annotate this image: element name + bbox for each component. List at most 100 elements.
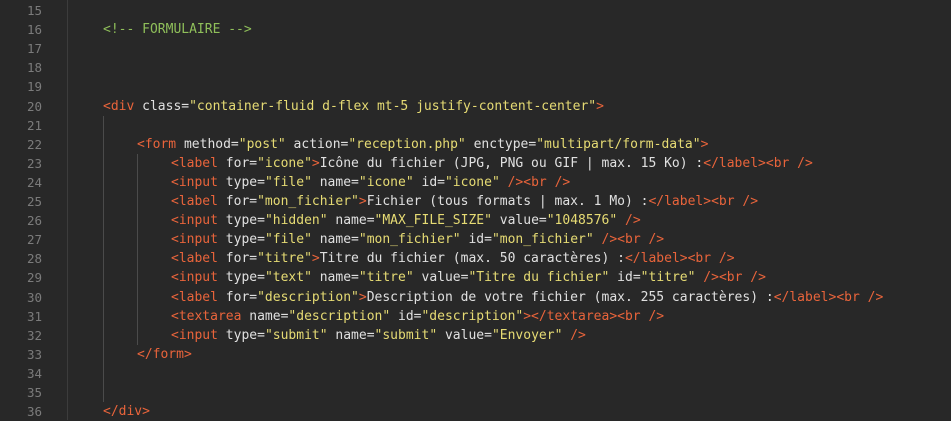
code-token-tag: > — [311, 251, 320, 267]
code-token-str: "titre" — [640, 270, 696, 286]
code-token-tag: </label> — [703, 155, 766, 171]
code-token-tag: /> — [742, 270, 766, 286]
code-token-tag: <br — [523, 174, 547, 190]
code-token-str: "Envoyer" — [491, 327, 563, 343]
code-token-tag: <div — [103, 98, 135, 114]
code-line[interactable]: 35 — [0, 383, 951, 402]
code-token-tag: /> — [640, 232, 665, 248]
code-token-attr: id= — [413, 174, 445, 190]
code-token-attr: action= — [285, 136, 349, 152]
code-token-str: "mon_fichier" — [491, 232, 594, 248]
code-token-attr: class= — [134, 98, 190, 114]
code-token-attr: id= — [609, 270, 641, 286]
code-token-tag: /> — [711, 251, 735, 267]
code-line[interactable]: 29 <input type="text" name="titre" value=… — [0, 268, 951, 287]
code-token-tag: /> — [562, 327, 586, 343]
code-token-tag: <input — [171, 213, 218, 229]
code-token-tag: ></textarea> — [523, 308, 618, 324]
code-editor[interactable]: 15 16 <!-- FORMULAIRE --> 17 18 19 20 <div clas… — [0, 0, 951, 420]
code-text: <input type="file" name="icone" id="icon… — [171, 173, 570, 192]
code-text: <input type="file" name="mon_fichier" id… — [171, 230, 664, 249]
code-token-str: "multipart/form-data" — [536, 136, 701, 152]
code-line[interactable]: 21 — [0, 116, 951, 135]
code-token-attr: for= — [217, 155, 258, 171]
code-line[interactable]: 19 — [0, 77, 951, 96]
code-text: <form method="post" action="reception.ph… — [137, 135, 708, 154]
code-token-attr: name= — [327, 213, 375, 229]
code-line[interactable]: 32 <input type="submit" name="submit" val… — [0, 326, 951, 345]
code-token-attr: id= — [390, 308, 422, 324]
code-token-tag: <label — [171, 289, 218, 305]
code-line[interactable]: 31 <textarea name="description" id="descr… — [0, 307, 951, 326]
code-token-txt: Titre du fichier (max. 50 caractères) : — [319, 251, 625, 267]
code-line[interactable]: 30 <label for="description">Description d… — [0, 288, 951, 307]
code-line[interactable]: 25 <label for="mon_fichier">Fichier (tous… — [0, 192, 951, 211]
code-line[interactable]: 23 <label for="icone">Icône du fichier (J… — [0, 154, 951, 173]
line-number: 34 — [26, 365, 42, 381]
code-token-tag: > — [311, 155, 320, 171]
code-token-tag: <br — [836, 289, 860, 305]
code-line[interactable]: 15 — [0, 1, 951, 20]
line-number: 26 — [26, 213, 42, 229]
code-line[interactable]: 20 <div class="container-fluid d-flex mt-… — [0, 97, 951, 116]
line-number: 31 — [26, 308, 42, 324]
code-line[interactable]: 22 <form method="post" action="reception.… — [0, 135, 951, 154]
code-token-tag: <br — [687, 251, 712, 267]
code-token-attr: id= — [460, 232, 492, 248]
code-line[interactable]: 18 — [0, 58, 951, 77]
code-line[interactable]: 16 <!-- FORMULAIRE --> — [0, 20, 951, 39]
code-token-tag: <label — [171, 251, 218, 267]
code-text: <input type="hidden" name="MAX_FILE_SIZE… — [171, 211, 641, 230]
code-token-tag: <textarea — [171, 308, 242, 324]
code-text: <input type="text" name="titre" value="T… — [171, 268, 766, 287]
line-number: 29 — [26, 270, 42, 286]
line-number: 25 — [26, 194, 42, 209]
code-token-tag: /> — [617, 213, 641, 229]
code-token-str: "description" — [421, 308, 524, 324]
code-line[interactable]: 34 — [0, 364, 951, 383]
code-token-str: "submit" — [264, 327, 328, 343]
code-token-attr: type= — [217, 327, 265, 343]
code-line[interactable]: 27 <input type="file" name="mon_fichier" … — [0, 230, 951, 249]
line-number: 30 — [26, 289, 42, 305]
code-token-attr: name= — [311, 270, 359, 286]
code-token-tag: > — [358, 289, 367, 305]
line-number: 21 — [26, 117, 42, 133]
code-token-attr: name= — [311, 174, 359, 190]
code-text: <label for="description">Description de … — [171, 288, 883, 307]
line-number: 19 — [26, 79, 42, 95]
code-token-tag: <br — [765, 155, 790, 171]
line-number: 20 — [26, 98, 42, 114]
code-line[interactable]: 36 </div> — [0, 402, 951, 421]
code-token-str: "titre" — [358, 270, 414, 286]
code-token-tag: /> — [546, 174, 571, 190]
code-token-str: "titre" — [257, 251, 312, 267]
code-token-attr: value= — [413, 270, 469, 286]
code-token-str: "text" — [264, 270, 312, 286]
code-token-tag: <form — [137, 136, 177, 152]
code-token-str: "description" — [288, 308, 391, 324]
code-text: <label for="titre">Titre du fichier (max… — [171, 249, 735, 268]
code-line[interactable]: 26 <input type="hidden" name="MAX_FILE_SI… — [0, 211, 951, 230]
line-number: 32 — [26, 327, 42, 343]
line-number: 15 — [26, 3, 42, 18]
code-token-tag: </label> — [648, 194, 712, 209]
code-token-tag: > — [700, 136, 709, 152]
code-token-tag: <br — [718, 270, 743, 286]
code-text: <input type="submit" name="submit" value… — [171, 326, 586, 345]
code-token-tag: /> — [499, 174, 524, 190]
code-token-str: "1048576" — [546, 213, 618, 229]
code-token-str: "reception.php" — [348, 136, 466, 152]
code-token-attr: type= — [217, 174, 265, 190]
code-token-attr: type= — [217, 232, 265, 248]
line-number: 27 — [26, 232, 42, 248]
code-line[interactable]: 17 — [0, 39, 951, 58]
code-line[interactable]: 33 </form> — [0, 345, 951, 364]
code-token-attr: enctype= — [465, 136, 537, 152]
code-token-tag: <input — [171, 232, 218, 248]
code-token-tag: </div> — [103, 404, 150, 420]
line-number: 18 — [26, 60, 42, 76]
code-token-tag: </form> — [137, 346, 192, 362]
code-line[interactable]: 24 <input type="file" name="icone" id="ic… — [0, 173, 951, 192]
code-line[interactable]: 28 <label for="titre">Titre du fichier (m… — [0, 249, 951, 268]
